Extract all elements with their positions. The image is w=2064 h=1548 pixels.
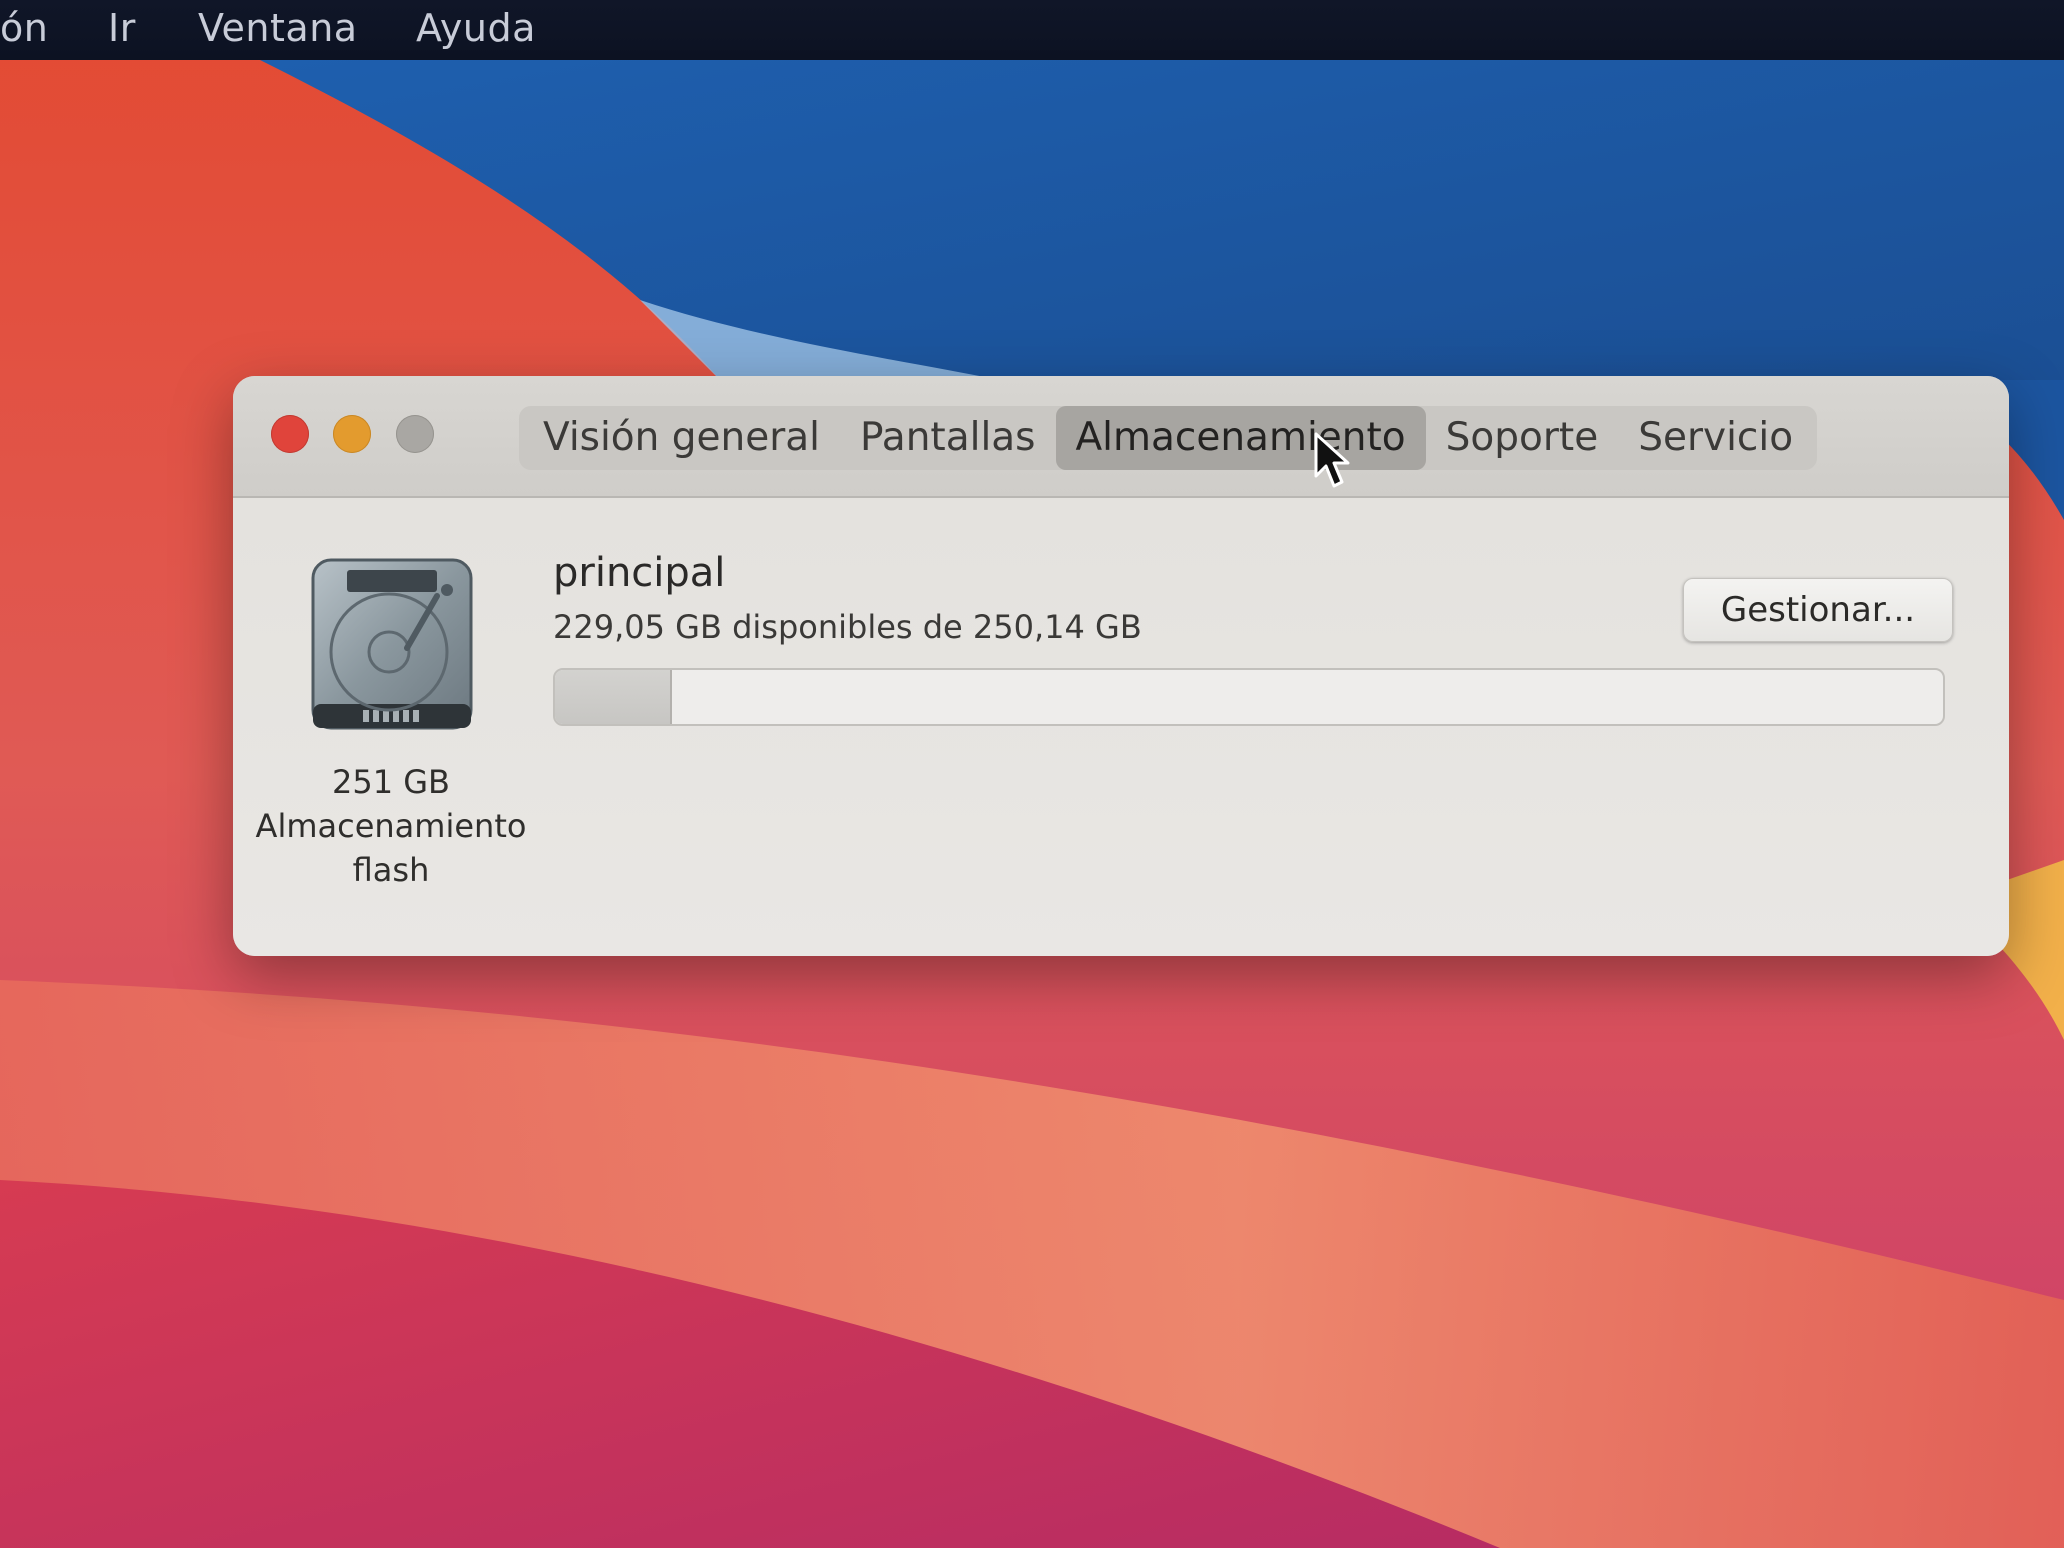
storage-used-segment bbox=[555, 670, 672, 724]
storage-usage-bar bbox=[553, 668, 1945, 726]
mouse-cursor-icon bbox=[1314, 432, 1350, 488]
close-button[interactable] bbox=[271, 415, 309, 453]
tab-bar: Visión general Pantallas Almacenamiento … bbox=[519, 406, 1818, 470]
menu-item-ayuda[interactable]: Ayuda bbox=[416, 6, 536, 50]
window-titlebar: Visión general Pantallas Almacenamiento … bbox=[233, 376, 2009, 498]
storage-pane: 251 GB Almacenamiento flash principal 22… bbox=[233, 498, 2009, 956]
tab-vision-general[interactable]: Visión general bbox=[523, 406, 840, 470]
tab-pantallas[interactable]: Pantallas bbox=[840, 406, 1055, 470]
tab-servicio[interactable]: Servicio bbox=[1618, 406, 1813, 470]
menu-item-partial[interactable]: ón bbox=[0, 6, 48, 50]
menu-item-ventana[interactable]: Ventana bbox=[198, 6, 358, 50]
disk-capacity: 251 GB bbox=[332, 763, 450, 801]
manage-button[interactable]: Gestionar... bbox=[1683, 578, 1953, 642]
volume-name: principal bbox=[553, 550, 726, 596]
tab-soporte[interactable]: Soporte bbox=[1426, 406, 1619, 470]
menu-bar: ón Ir Ventana Ayuda bbox=[0, 0, 2064, 60]
volume-availability: 229,05 GB disponibles de 250,14 GB bbox=[553, 608, 1142, 646]
tab-almacenamiento[interactable]: Almacenamiento bbox=[1055, 406, 1426, 470]
about-window: Visión general Pantallas Almacenamiento … bbox=[233, 376, 2009, 956]
disk-type-line1: Almacenamiento bbox=[255, 807, 527, 845]
menu-item-ir[interactable]: Ir bbox=[108, 6, 136, 50]
disk-caption: 251 GB Almacenamiento flash bbox=[253, 760, 529, 892]
zoom-button[interactable] bbox=[396, 415, 434, 453]
hard-drive-icon bbox=[311, 558, 473, 730]
minimize-button[interactable] bbox=[333, 415, 371, 453]
disk-type-line2: flash bbox=[352, 851, 430, 889]
screen: ón Ir Ventana Ayuda Visión general Panta… bbox=[0, 0, 2064, 1548]
